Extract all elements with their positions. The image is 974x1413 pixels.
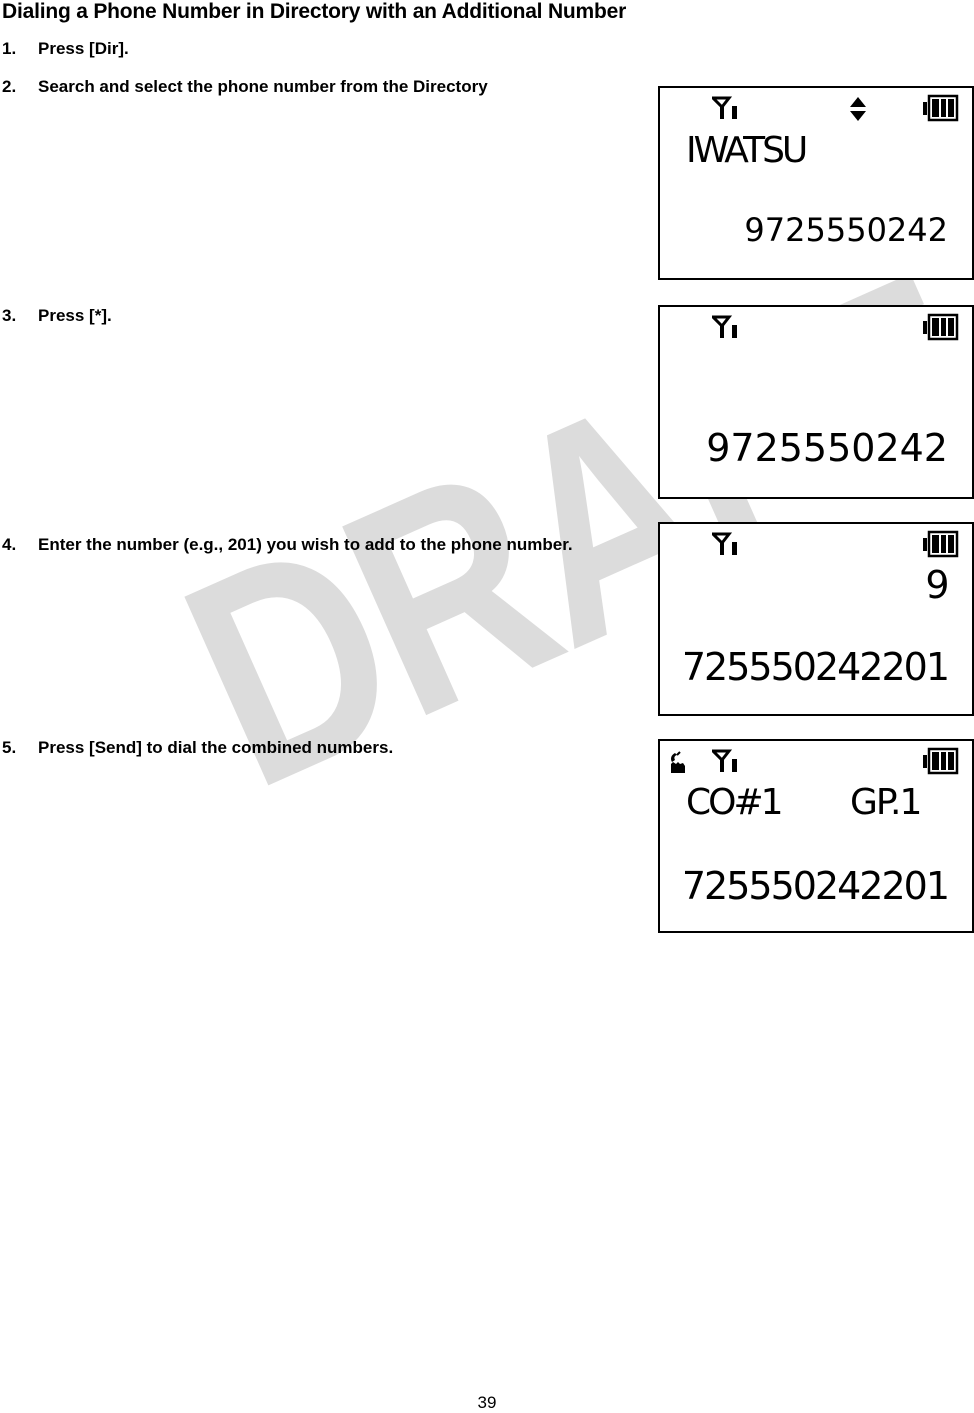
co-line-label: CO#1 — [686, 782, 784, 823]
phone-number: 9725550242 — [706, 426, 948, 470]
page-title: Dialing a Phone Number in Directory with… — [2, 0, 627, 23]
number-prefix: 9 — [925, 563, 949, 607]
handset-off-hook-icon — [671, 751, 685, 773]
scroll-up-down-icon — [850, 97, 866, 121]
antenna-signal-icon — [712, 315, 737, 338]
step-item: 3. Press [*]. — [2, 304, 584, 327]
step-text: Enter the number (e.g., 201) you wish to… — [38, 535, 573, 554]
step-number: 5. — [2, 738, 17, 757]
lcd-screen-directory: IWATSU 9725550242 — [658, 86, 974, 280]
lcd-screen-edit: 9725550242 — [658, 305, 974, 499]
battery-full-icon — [923, 747, 959, 775]
step-text: Search and select the phone number from … — [38, 77, 488, 96]
step-item: 1. Press [Dir]. — [2, 37, 584, 60]
step-item: 4. Enter the number (e.g., 201) you wish… — [2, 533, 580, 556]
antenna-signal-icon — [712, 749, 737, 772]
step-item: 5. Press [Send] to dial the combined num… — [2, 736, 584, 759]
step-text: Press [Dir]. — [38, 39, 129, 58]
battery-full-icon — [923, 94, 959, 122]
lcd-screen-appended: 9 725550242201 — [658, 522, 974, 716]
group-label: GP.1 — [850, 782, 922, 823]
antenna-signal-icon — [712, 532, 737, 555]
step-number: 2. — [2, 77, 17, 96]
lcd-screen-dialing: CO#1 GP.1 725550242201 — [658, 739, 974, 933]
battery-full-icon — [923, 530, 959, 558]
page-number: 39 — [477, 1393, 497, 1412]
phone-number: 725550242201 — [681, 864, 950, 908]
contact-name: IWATSU — [686, 130, 808, 171]
step-item: 2. Search and select the phone number fr… — [2, 75, 584, 98]
step-number: 4. — [2, 535, 17, 554]
phone-number: 725550242201 — [681, 645, 950, 689]
battery-full-icon — [923, 313, 959, 341]
phone-number: 9725550242 — [744, 211, 948, 249]
antenna-signal-icon — [712, 96, 737, 119]
step-number: 3. — [2, 306, 17, 325]
step-number: 1. — [2, 39, 17, 58]
step-text: Press [*]. — [38, 306, 112, 325]
step-text: Press [Send] to dial the combined number… — [38, 738, 394, 757]
